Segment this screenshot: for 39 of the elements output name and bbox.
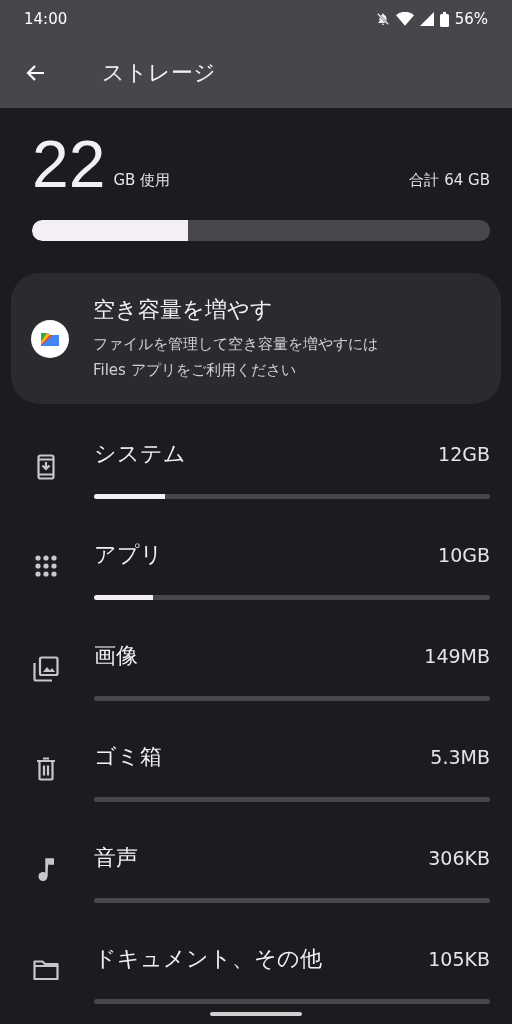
battery-percent: 56% <box>454 10 488 28</box>
music-note-icon <box>38 858 54 882</box>
grid-icon <box>35 555 57 577</box>
category-size: 105KB <box>428 948 490 970</box>
used-label: GB 使用 <box>113 171 171 191</box>
category-name: アプリ <box>94 541 163 569</box>
storage-category[interactable]: システム 12GB <box>0 426 512 527</box>
gesture-handle[interactable] <box>210 1012 302 1016</box>
storage-category[interactable]: ゴミ箱 5.3MB <box>0 729 512 830</box>
category-name: ゴミ箱 <box>94 743 162 771</box>
category-size: 10GB <box>438 544 490 566</box>
storage-category[interactable]: 画像 149MB <box>0 628 512 729</box>
page-title: ストレージ <box>102 59 216 87</box>
suggestion-title: 空き容量を増やす <box>93 295 274 324</box>
suggestion-card[interactable]: 空き容量を増やす ファイルを管理して空き容量を増やすには Files アプリをご利用ください <box>11 273 501 404</box>
category-size: 12GB <box>438 443 490 465</box>
category-name: 音声 <box>94 844 138 872</box>
used-amount: 22 <box>32 134 106 194</box>
storage-category[interactable]: 音声 306KB <box>0 830 512 931</box>
photo-library-icon <box>33 656 59 682</box>
trash-icon <box>36 757 56 781</box>
storage-category[interactable]: アプリ 10GB <box>0 527 512 628</box>
category-size: 306KB <box>428 847 490 869</box>
category-size: 5.3MB <box>430 746 490 768</box>
bell-off-icon <box>375 12 390 26</box>
total-capacity: 合計 64 GB <box>409 171 490 191</box>
category-name: 画像 <box>94 642 138 670</box>
storage-category[interactable]: ドキュメント、その他 105KB <box>0 931 512 1024</box>
wifi-icon <box>395 12 414 26</box>
battery-icon <box>439 11 449 27</box>
category-name: システム <box>94 440 186 468</box>
suggestion-description: ファイルを管理して空き容量を増やすには Files アプリをご利用ください <box>93 333 379 381</box>
files-app-icon <box>31 319 69 358</box>
status-time: 14:00 <box>24 10 68 28</box>
category-name: ドキュメント、その他 <box>94 945 322 973</box>
folder-icon <box>33 959 59 981</box>
category-size: 149MB <box>424 645 490 667</box>
phone-download-icon <box>37 454 55 480</box>
signal-icon <box>419 12 434 26</box>
